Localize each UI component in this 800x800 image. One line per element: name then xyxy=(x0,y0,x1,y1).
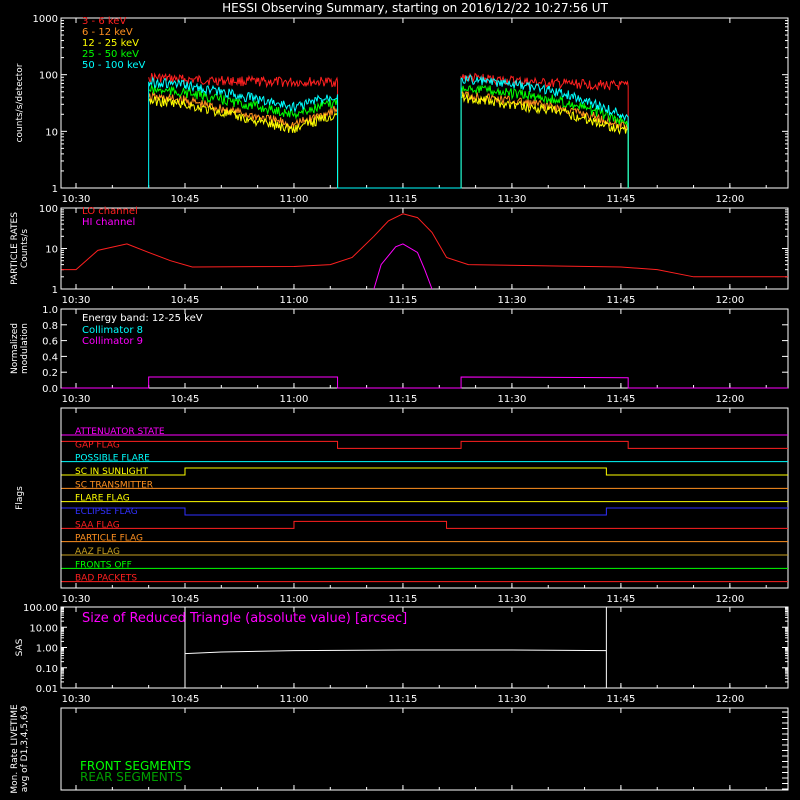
annotation-label: Energy band: 12-25 keV xyxy=(82,313,203,324)
legend-entry: 50 - 100 keV xyxy=(82,60,146,71)
x-tick-label: 11:45 xyxy=(606,295,635,306)
x-tick-label: 11:00 xyxy=(280,694,309,705)
x-tick-label: 11:00 xyxy=(280,394,309,405)
y-tick-label: 1000 xyxy=(33,14,58,25)
y-tick-label: 10.00 xyxy=(29,623,58,634)
y-tick-label: 0.8 xyxy=(42,321,58,332)
y-axis-label: avg of D1,3,4,5,6,9 xyxy=(20,705,30,792)
y-axis-label: modulation xyxy=(20,323,30,374)
x-tick-label: 10:30 xyxy=(62,194,91,205)
x-tick-label: 11:45 xyxy=(606,694,635,705)
x-tick-label: 11:15 xyxy=(389,194,418,205)
x-tick-label: 10:30 xyxy=(62,694,91,705)
y-tick-label: 1 xyxy=(52,184,58,195)
legend-entry: HI channel xyxy=(82,217,135,228)
x-tick-label: 10:30 xyxy=(62,295,91,306)
legend-entry: 6 - 12 keV xyxy=(82,27,133,38)
x-tick-label: 11:45 xyxy=(606,594,635,605)
x-tick-label: 12:00 xyxy=(715,694,744,705)
y-tick-label: 0.10 xyxy=(36,664,58,675)
y-tick-label: 0.01 xyxy=(36,684,58,695)
legend-entry: REAR SEGMENTS xyxy=(80,770,183,784)
x-tick-label: 10:45 xyxy=(171,394,200,405)
y-axis-label: Normalized xyxy=(10,323,20,374)
y-axis-label: PARTICLE RATES xyxy=(10,212,20,285)
x-tick-label: 11:30 xyxy=(498,295,527,306)
x-tick-label: 12:00 xyxy=(715,594,744,605)
y-tick-label: 0.6 xyxy=(42,337,58,348)
y-tick-label: 100 xyxy=(39,71,58,82)
legend-entry: Collimator 9 xyxy=(82,336,143,347)
figure-title: HESSI Observing Summary, starting on 201… xyxy=(222,1,608,15)
x-tick-label: 10:45 xyxy=(171,594,200,605)
y-tick-label: 0.4 xyxy=(42,352,58,363)
x-tick-label: 11:00 xyxy=(280,594,309,605)
x-tick-label: 10:30 xyxy=(62,394,91,405)
y-axis-label: Mon. Rate LIVETIME xyxy=(10,704,20,794)
y-axis-label: SAS xyxy=(15,638,25,656)
y-tick-label: 10 xyxy=(45,245,58,256)
legend-entry: 3 - 6 keV xyxy=(82,16,126,27)
legend-entry: 25 - 50 keV xyxy=(82,49,139,60)
x-tick-label: 11:00 xyxy=(280,194,309,205)
x-tick-label: 12:00 xyxy=(715,394,744,405)
y-tick-label: 10 xyxy=(45,127,58,138)
y-axis-label: Counts/s xyxy=(20,229,30,268)
y-axis-label: counts/s/detector xyxy=(15,63,25,142)
y-tick-label: 1 xyxy=(52,285,58,296)
y-axis-label: Flags xyxy=(15,486,25,510)
observing-summary-figure: HESSI Observing Summary, starting on 201… xyxy=(0,0,800,800)
annotation-label: Size of Reduced Triangle (absolute value… xyxy=(82,611,407,626)
x-tick-label: 10:45 xyxy=(171,694,200,705)
x-tick-label: 11:15 xyxy=(389,295,418,306)
x-tick-label: 11:15 xyxy=(389,394,418,405)
x-tick-label: 10:45 xyxy=(171,194,200,205)
x-tick-label: 10:30 xyxy=(62,594,91,605)
x-tick-label: 11:30 xyxy=(498,694,527,705)
x-tick-label: 12:00 xyxy=(715,194,744,205)
x-tick-label: 11:30 xyxy=(498,594,527,605)
y-tick-label: 100 xyxy=(39,204,58,215)
x-tick-label: 10:45 xyxy=(171,295,200,306)
x-tick-label: 12:00 xyxy=(715,295,744,306)
x-tick-label: 11:45 xyxy=(606,394,635,405)
x-tick-label: 11:30 xyxy=(498,394,527,405)
x-tick-label: 11:45 xyxy=(606,194,635,205)
y-tick-label: 100.00 xyxy=(23,603,58,614)
x-tick-label: 11:15 xyxy=(389,694,418,705)
x-tick-label: 11:30 xyxy=(498,194,527,205)
y-tick-label: 0.2 xyxy=(42,368,58,379)
y-tick-label: 1.0 xyxy=(42,305,58,316)
x-tick-label: 11:00 xyxy=(280,295,309,306)
legend-entry: LO channel xyxy=(82,206,138,217)
y-tick-label: 0.0 xyxy=(42,384,58,395)
legend-entry: Collimator 8 xyxy=(82,325,143,336)
y-tick-label: 1.00 xyxy=(36,644,58,655)
x-tick-label: 11:15 xyxy=(389,594,418,605)
legend-entry: 12 - 25 keV xyxy=(82,38,139,49)
